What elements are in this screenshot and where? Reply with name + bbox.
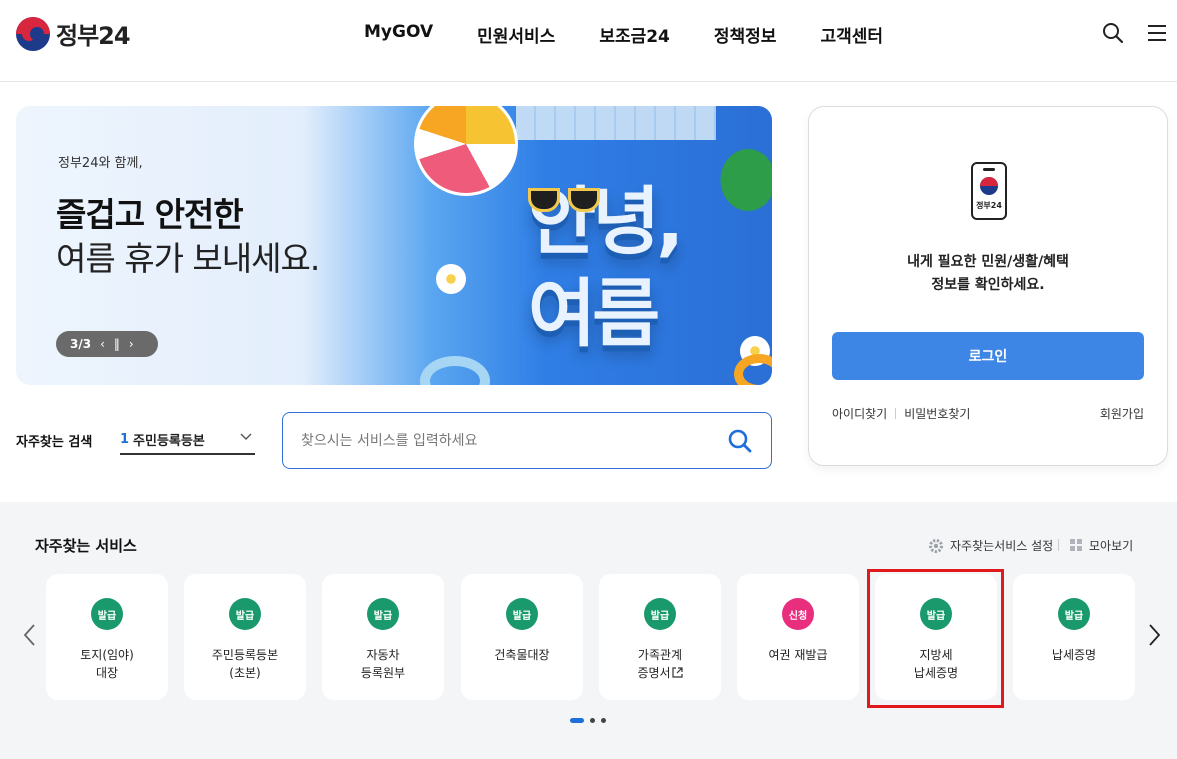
service-name: 가족관계 증명서 — [599, 646, 721, 682]
search-box — [282, 412, 772, 469]
frequent-services-setting-button[interactable]: 자주찾는서비스 설정 — [928, 537, 1053, 554]
frequent-search-value: 주민등록등본 — [133, 434, 205, 449]
service-name-text: 자동차 등록원부 — [360, 648, 406, 680]
service-badge: 발급 — [91, 598, 123, 630]
taegeuk-logo-icon — [16, 16, 50, 51]
carousel-dots — [570, 718, 606, 723]
find-id-link[interactable]: 아이디찾기 — [832, 405, 887, 422]
pause-icon[interactable]: ‖ — [114, 337, 120, 351]
pool-ladder-graphic — [516, 106, 716, 140]
highlight-box — [867, 569, 1004, 708]
service-badge: 발급 — [229, 598, 261, 630]
service-name: 자동차 등록원부 — [322, 646, 444, 682]
service-name-text: 납세증명 — [1051, 648, 1097, 662]
banner-next-icon[interactable]: › — [129, 337, 134, 351]
divider — [1058, 539, 1059, 551]
mobile-app-label: 정부24 — [976, 201, 1002, 210]
service-card[interactable]: 발급토지(임야) 대장 — [46, 574, 168, 700]
service-name-text: 토지(임야) 대장 — [80, 648, 134, 680]
banner-page-indicator: 3/3 — [70, 337, 92, 351]
nav-mygov[interactable]: MyGOV — [342, 22, 455, 47]
search-input[interactable] — [301, 430, 721, 452]
banner-subtitle: 정부24와 함께, — [58, 156, 143, 171]
nav-customer-center[interactable]: 고객센터 — [798, 22, 905, 47]
find-password-link[interactable]: 비밀번호찾기 — [904, 405, 970, 422]
external-link-icon — [671, 667, 683, 678]
nav-policy-info[interactable]: 정책정보 — [692, 22, 799, 47]
nav-civil-services[interactable]: 민원서비스 — [455, 22, 577, 47]
service-badge: 발급 — [367, 598, 399, 630]
service-badge: 발급 — [506, 598, 538, 630]
service-name: 여권 재발급 — [737, 646, 859, 664]
banner-title-bold: 즐겁고 안전한 — [56, 195, 244, 234]
divider — [895, 408, 897, 419]
login-message: 내게 필요한 민원/생활/혜택 정보를 확인하세요. — [809, 251, 1167, 297]
nav-subsidy24[interactable]: 보조금24 — [577, 22, 692, 47]
logo-text: 정부24 — [56, 22, 131, 50]
service-card[interactable]: 발급건축물대장 — [461, 574, 583, 700]
menu-icon[interactable] — [1146, 22, 1168, 44]
service-name-text: 주민등록등본 (초본) — [211, 648, 279, 680]
gear-icon — [929, 538, 943, 553]
service-badge: 신청 — [782, 598, 814, 630]
grid-icon — [1070, 539, 1082, 551]
flower-graphic — [436, 264, 466, 294]
login-card: 정부24 내게 필요한 민원/생활/혜택 정보를 확인하세요. 로그인 아이디찾… — [808, 106, 1168, 466]
banner-title: 여름 휴가 보내세요. — [56, 239, 320, 278]
service-name: 납세증명 — [1013, 646, 1135, 664]
banner-prev-icon[interactable]: ‹ — [100, 337, 105, 351]
sunglasses-graphic — [528, 188, 604, 214]
frequent-services-title: 자주찾는 서비스 — [35, 537, 137, 555]
service-card[interactable]: 발급주민등록등본 (초본) — [184, 574, 306, 700]
service-name: 주민등록등본 (초본) — [184, 646, 306, 682]
promo-banner[interactable]: 안녕, 여름 정부24와 함께, 즐겁고 안전한 여름 휴가 보내세요. 3/3… — [16, 106, 772, 385]
site-logo[interactable]: 정부24 — [16, 16, 131, 51]
service-name: 건축물대장 — [461, 646, 583, 664]
search-icon[interactable] — [1102, 22, 1124, 44]
login-button[interactable]: 로그인 — [832, 332, 1144, 380]
beach-ball-graphic — [414, 106, 518, 196]
service-card[interactable]: 발급납세증명 — [1013, 574, 1135, 700]
service-card[interactable]: 발급자동차 등록원부 — [322, 574, 444, 700]
banner-pager: 3/3 ‹ ‖ › — [56, 331, 158, 357]
swim-ring-graphic — [420, 356, 490, 385]
chevron-down-icon — [240, 433, 252, 440]
frequent-search-select[interactable]: 1 주민등록등본 — [120, 426, 255, 455]
service-card[interactable]: 발급가족관계 증명서 — [599, 574, 721, 700]
service-badge: 발급 — [644, 598, 676, 630]
login-message-line2: 정보를 확인하세요. — [931, 277, 1045, 293]
chevron-left-icon[interactable] — [22, 622, 38, 648]
carousel-dot[interactable] — [570, 718, 584, 723]
view-all-label: 모아보기 — [1089, 539, 1134, 553]
mobile-app-icon: 정부24 — [971, 162, 1007, 220]
site-header: 정부24 MyGOV 민원서비스 보조금24 정책정보 고객센터 — [0, 0, 1177, 82]
search-icon[interactable] — [727, 428, 753, 454]
service-name-text: 건축물대장 — [494, 648, 550, 662]
join-link[interactable]: 회원가입 — [1100, 405, 1144, 422]
frequent-services-setting-label: 자주찾는서비스 설정 — [950, 539, 1054, 553]
main-nav: MyGOV 민원서비스 보조금24 정책정보 고객센터 — [342, 22, 905, 47]
service-name: 토지(임야) 대장 — [46, 646, 168, 682]
frequent-search-rank: 1 — [120, 432, 130, 447]
login-links: 아이디찾기 비밀번호찾기 — [832, 405, 970, 422]
chevron-right-icon[interactable] — [1146, 622, 1162, 648]
swim-ring-graphic — [734, 354, 772, 385]
login-message-line1: 내게 필요한 민원/생활/혜택 — [907, 254, 1069, 270]
frequent-search-label: 자주찾는 검색 — [16, 435, 93, 450]
carousel-dot[interactable] — [601, 718, 606, 723]
view-all-button[interactable]: 모아보기 — [1070, 537, 1133, 554]
service-card[interactable]: 신청여권 재발급 — [737, 574, 859, 700]
service-name-text: 여권 재발급 — [768, 648, 828, 662]
carousel-dot[interactable] — [590, 718, 595, 723]
service-badge: 발급 — [1058, 598, 1090, 630]
